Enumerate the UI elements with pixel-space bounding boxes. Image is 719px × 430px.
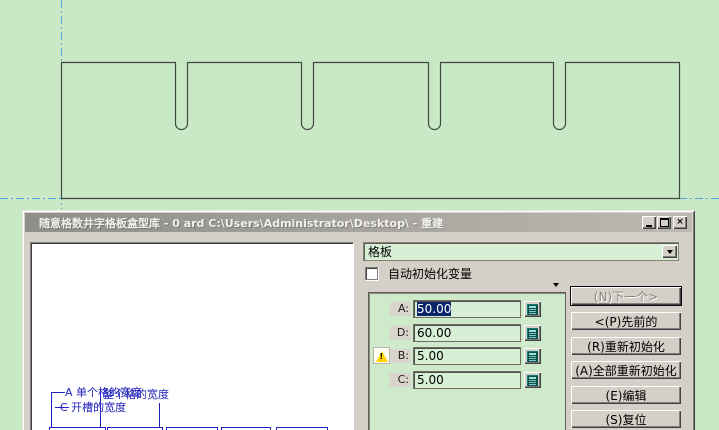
variable-d-input[interactable]: 60.00 <box>413 324 521 342</box>
variable-name: A: <box>390 302 411 316</box>
auto-init-checkbox[interactable] <box>365 267 378 280</box>
previous-button[interactable]: <(P)先前的 <box>571 312 681 330</box>
next-button[interactable]: (N)下一个> <box>571 287 681 305</box>
panel-style-combobox[interactable]: 格板 <box>363 242 679 261</box>
variable-row-d: D: 60.00 <box>369 324 565 342</box>
variable-b-input[interactable]: 5.00 <box>413 347 521 365</box>
variable-name: D: <box>390 326 411 340</box>
minimize-button[interactable] <box>642 216 656 229</box>
reset-button[interactable]: (S)复位 <box>571 410 681 428</box>
maximize-button[interactable] <box>657 216 671 229</box>
variable-name: C: <box>390 373 411 387</box>
minimize-icon <box>646 225 652 227</box>
application-workspace: 随意格数井字格板盒型库 - 0 ard C:\Users\Administrat… <box>0 0 719 430</box>
divider-panel-outline <box>62 63 680 199</box>
field-text: 60.00 <box>417 326 451 340</box>
calculator-icon <box>527 328 538 339</box>
calculator-button[interactable] <box>524 325 541 341</box>
leader-line <box>100 390 101 428</box>
leader-line <box>159 403 160 428</box>
combobox-dropdown-button[interactable] <box>662 245 677 258</box>
selected-text: 50.00 <box>417 302 451 316</box>
calculator-button[interactable] <box>524 301 541 317</box>
calculator-icon <box>527 351 538 362</box>
dialog-titlebar[interactable]: 随意格数井字格板盒型库 - 0 ard C:\Users\Administrat… <box>25 213 692 232</box>
panel-style-value: 格板 <box>364 243 662 260</box>
rebuild-dialog: 随意格数井字格板盒型库 - 0 ard C:\Users\Administrat… <box>22 210 695 430</box>
variables-panel: A: 50.00 D: 60.00 B: 5.00 C: 5.00 <box>368 292 566 430</box>
chevron-down-icon <box>553 283 559 287</box>
calculator-icon <box>527 375 538 386</box>
reinitialize-button[interactable]: (R)重新初始化 <box>571 337 681 355</box>
reinitialize-all-button[interactable]: (A)全部重新初始化 <box>571 361 681 379</box>
variable-row-c: C: 5.00 <box>369 371 565 389</box>
variable-row-b: B: 5.00 <box>369 347 565 365</box>
preview-pane[interactable]: A 单个格的宽度 整个格的宽度 C 开槽的宽度 <box>30 242 354 430</box>
calculator-button[interactable] <box>524 372 541 388</box>
variable-name: B: <box>390 349 411 363</box>
variable-c-input[interactable]: 5.00 <box>413 371 521 389</box>
calculator-icon <box>527 304 538 315</box>
dimension-label-c: C 开槽的宽度 <box>60 399 126 415</box>
chevron-down-icon <box>667 250 673 254</box>
auto-init-row: 自动初始化变量 <box>365 265 472 282</box>
field-text: 5.00 <box>417 349 444 363</box>
leader-line <box>55 407 69 408</box>
variable-row-a: A: 50.00 <box>369 300 565 318</box>
leader-line <box>51 392 52 428</box>
variable-list-dropdown[interactable] <box>553 283 559 287</box>
calculator-button[interactable] <box>524 348 541 364</box>
field-text: 5.00 <box>417 373 444 387</box>
dialog-title: 随意格数井字格板盒型库 - 0 ard C:\Users\Administrat… <box>25 215 443 231</box>
close-button[interactable]: × <box>673 216 687 229</box>
close-icon: × <box>676 218 684 227</box>
leader-line <box>51 392 65 393</box>
maximize-icon <box>660 218 669 227</box>
variable-a-input[interactable]: 50.00 <box>413 300 521 318</box>
auto-init-label: 自动初始化变量 <box>388 265 472 282</box>
edit-button[interactable]: (E)编辑 <box>571 386 681 404</box>
